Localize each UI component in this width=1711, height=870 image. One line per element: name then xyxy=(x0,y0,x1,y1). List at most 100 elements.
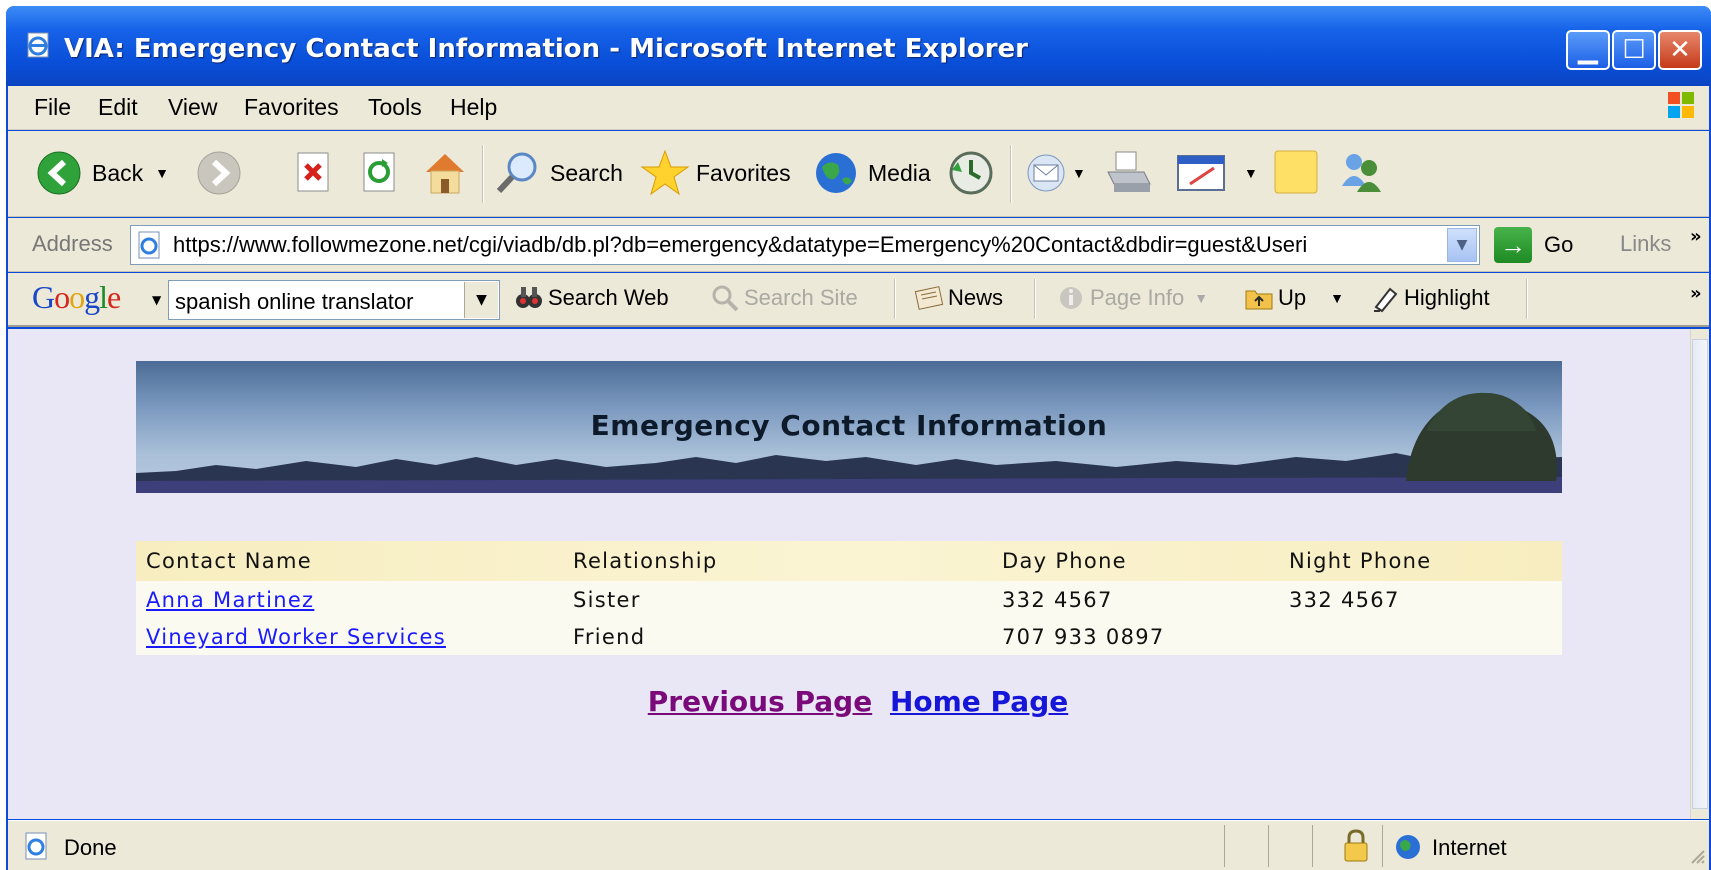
notes-button[interactable] xyxy=(1272,143,1322,203)
address-url[interactable]: https://www.followmezone.net/cgi/viadb/d… xyxy=(173,232,1433,258)
close-icon: ✕ xyxy=(1669,35,1691,65)
status-divider xyxy=(1382,825,1383,867)
up-button[interactable]: Up ▼ xyxy=(1244,283,1344,313)
contact-name-link[interactable]: Vineyard Worker Services xyxy=(146,625,446,649)
media-globe-icon xyxy=(816,153,856,193)
page-info-dropdown-icon[interactable]: ▼ xyxy=(1194,290,1208,306)
highlight-button[interactable]: Highlight xyxy=(1370,283,1490,313)
mail-dropdown-icon[interactable]: ▼ xyxy=(1072,165,1086,181)
page-icon xyxy=(138,231,160,259)
mail-icon xyxy=(1027,154,1065,192)
google-search-dropdown-icon[interactable]: ▼ xyxy=(464,282,498,318)
history-button[interactable] xyxy=(946,143,996,203)
forward-button[interactable] xyxy=(196,143,242,203)
status-text: Done xyxy=(64,835,117,860)
links-chevron-icon[interactable]: » xyxy=(1690,226,1702,247)
up-label: Up xyxy=(1278,285,1307,310)
address-bar: Address https://www.followmezone.net/cgi… xyxy=(8,218,1709,272)
page-content: Emergency Contact Information Contact Na… xyxy=(8,329,1690,819)
messenger-button[interactable] xyxy=(1336,143,1386,203)
up-dropdown-icon[interactable]: ▼ xyxy=(1330,290,1344,306)
previous-page-link[interactable]: Previous Page xyxy=(648,685,872,718)
menu-view[interactable]: View xyxy=(168,94,217,121)
media-button[interactable]: Media xyxy=(812,143,931,203)
google-menu-dropdown-icon[interactable]: ▼ xyxy=(152,293,161,307)
home-icon xyxy=(426,154,464,194)
toolbar-separator xyxy=(1010,145,1012,203)
search-site-button[interactable]: Search Site xyxy=(710,283,858,313)
go-arrow-icon: → xyxy=(1494,227,1532,263)
window-title: VIA: Emergency Contact Information - Mic… xyxy=(64,34,1028,64)
news-icon xyxy=(914,286,944,310)
contact-name-link[interactable]: Anna Martinez xyxy=(146,588,314,612)
security-zone-label: Internet xyxy=(1432,835,1507,860)
close-button[interactable]: ✕ xyxy=(1658,30,1702,70)
search-site-label: Search Site xyxy=(744,285,858,310)
day-phone-cell: 332 4567 xyxy=(1002,588,1113,612)
favorites-label: Favorites xyxy=(696,159,791,186)
windows-logo-icon xyxy=(1668,92,1694,118)
news-label: News xyxy=(948,285,1004,310)
menu-favorites[interactable]: Favorites xyxy=(244,94,339,121)
column-header-day-phone: Day Phone xyxy=(1002,549,1127,573)
title-bar[interactable]: VIA: Emergency Contact Information - Mic… xyxy=(6,6,1711,86)
vertical-scrollbar[interactable] xyxy=(1690,329,1709,819)
search-web-button[interactable]: Search Web xyxy=(514,283,669,313)
sticky-note-icon xyxy=(1274,150,1318,194)
address-field[interactable]: https://www.followmezone.net/cgi/viadb/d… xyxy=(130,225,1480,265)
favorites-button[interactable]: Favorites xyxy=(640,143,791,203)
minimize-button[interactable]: ▁ xyxy=(1566,30,1610,70)
column-header-relationship: Relationship xyxy=(573,549,718,573)
search-web-label: Search Web xyxy=(548,285,669,310)
back-arrow-icon xyxy=(37,151,81,195)
secure-lock-icon[interactable] xyxy=(1342,829,1370,863)
highlight-label: Highlight xyxy=(1404,285,1490,310)
back-dropdown-icon[interactable]: ▼ xyxy=(155,165,169,181)
highlighter-icon xyxy=(1374,287,1398,313)
history-clock-icon xyxy=(949,151,993,195)
go-label: Go xyxy=(1544,232,1574,257)
back-button[interactable]: Back ▼ xyxy=(36,143,169,203)
menu-help[interactable]: Help xyxy=(450,94,497,121)
messenger-icon xyxy=(1342,154,1381,192)
standard-toolbar: Back ▼ Search Favorites Media ▼ ▼ xyxy=(8,131,1709,217)
links-button[interactable]: Links xyxy=(1620,231,1671,257)
page-info-button[interactable]: Page Info ▼ xyxy=(1056,283,1208,313)
maximize-button[interactable]: ☐ xyxy=(1612,30,1656,70)
google-search-value: spanish online translator xyxy=(175,289,414,314)
night-phone-cell: 332 4567 xyxy=(1289,588,1400,612)
google-toolbar-chevron-icon[interactable]: » xyxy=(1690,283,1702,304)
resize-grip-icon[interactable] xyxy=(1688,847,1706,865)
table-row: Anna Martinez Sister 332 4567 332 4567 xyxy=(136,581,1562,618)
page-banner: Emergency Contact Information xyxy=(136,361,1562,493)
home-page-link[interactable]: Home Page xyxy=(890,685,1068,718)
stop-button[interactable] xyxy=(294,143,334,203)
page-info-label: Page Info xyxy=(1090,285,1185,310)
google-search-input[interactable]: spanish online translator ▼ xyxy=(168,280,500,320)
google-logo[interactable]: Google xyxy=(32,279,121,316)
contacts-table: Contact Name Relationship Day Phone Nigh… xyxy=(136,541,1562,655)
folder-up-icon xyxy=(1245,290,1273,310)
address-label: Address xyxy=(32,231,113,256)
print-button[interactable] xyxy=(1102,143,1154,203)
search-button[interactable]: Search xyxy=(494,143,623,203)
forward-arrow-icon xyxy=(197,151,241,195)
home-button[interactable] xyxy=(420,143,470,203)
edit-button[interactable]: ▼ xyxy=(1176,143,1258,203)
scrollbar-thumb[interactable] xyxy=(1692,339,1708,809)
ie-page-icon xyxy=(27,32,49,58)
edit-dropdown-icon[interactable]: ▼ xyxy=(1244,165,1258,181)
menu-file[interactable]: File xyxy=(34,94,71,121)
address-dropdown-icon[interactable]: ▼ xyxy=(1447,228,1477,262)
day-phone-cell: 707 933 0897 xyxy=(1002,625,1165,649)
toolbar-separator xyxy=(1526,279,1528,319)
mail-button[interactable]: ▼ xyxy=(1024,143,1086,203)
search-label: Search xyxy=(550,159,623,186)
menu-edit[interactable]: Edit xyxy=(98,94,138,121)
menu-tools[interactable]: Tools xyxy=(368,94,422,121)
column-header-contact-name: Contact Name xyxy=(146,549,312,573)
refresh-button[interactable] xyxy=(360,143,400,203)
go-button[interactable]: → Go xyxy=(1494,227,1573,263)
news-button[interactable]: News xyxy=(914,283,1003,313)
internet-zone-globe-icon xyxy=(1396,835,1420,859)
